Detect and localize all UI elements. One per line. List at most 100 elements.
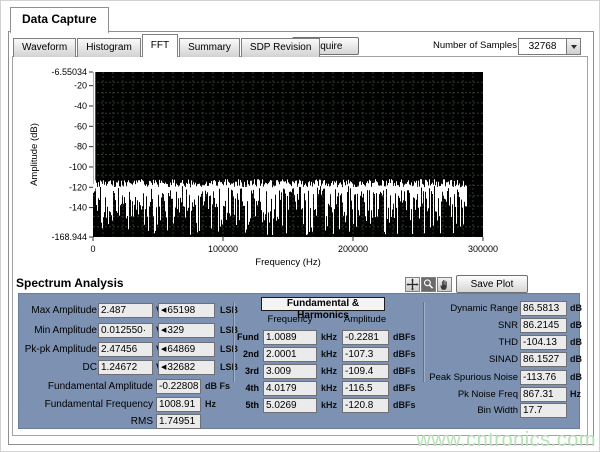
harmonics-frequency-header: Frequency (263, 314, 317, 325)
y-axis-label: Amplitude (dB) (29, 123, 40, 186)
amplitude-row-label: Pk-pk Amplitude (0, 342, 97, 357)
pan-tool-button[interactable] (437, 277, 452, 292)
amplitude-row-label: Max Amplitude (0, 303, 97, 318)
page-tab-data-capture[interactable]: Data Capture (10, 7, 109, 34)
y-tick-label: -40 (74, 101, 87, 111)
metrics-group: Dynamic Range86.5813dBSNR86.2145dBTHD-10… (429, 294, 589, 430)
x-tick-label: 200000 (338, 244, 368, 254)
harmonic-frequency-field: 3.009 (263, 364, 317, 379)
metric-value-field: -113.76 (520, 370, 567, 385)
metric-unit-label: dB (570, 318, 590, 333)
metric-unit-label: Hz (570, 387, 590, 402)
truncation-marker-icon: ◀ (161, 327, 166, 334)
fft-graph[interactable]: -6.55034-20-40-60-80-100-120-140-168.944… (13, 57, 585, 269)
harmonic-amplitude-field: -107.3 (342, 347, 389, 362)
metric-unit-label: dB (570, 352, 590, 367)
y-tick-label: -80 (74, 142, 87, 152)
y-tick-label: -6.55034 (51, 67, 87, 77)
harmonic-frequency-field: 4.0179 (263, 381, 317, 396)
fundamental-row-label: Fundamental Frequency (9, 397, 153, 412)
truncation-marker-icon: ◀ (161, 364, 166, 371)
khz-unit-label: kHz (321, 347, 341, 362)
khz-unit-label: kHz (321, 381, 341, 396)
fundamental-value-field: 1.74951 (156, 414, 201, 429)
spectrum-analysis-panel: Max Amplitude2.487V◀65198LSBMin Amplitud… (18, 293, 580, 429)
spectrum-analysis-title: Spectrum Analysis (16, 276, 124, 290)
y-tick-label: -120 (69, 182, 87, 192)
y-tick-label: -140 (69, 203, 87, 213)
tab-sdp-revision[interactable]: SDP Revision (241, 38, 321, 57)
harmonics-title: Fundamental & Harmonics (261, 297, 385, 311)
harmonic-order-label: 3rd (235, 364, 259, 379)
metric-value-field: 86.1527 (520, 352, 567, 367)
harmonic-order-label: Fund (235, 330, 259, 345)
harmonic-order-label: 2nd (235, 347, 259, 362)
fundamental-row-label: Fundamental Amplitude (9, 379, 153, 394)
zoom-tool-button[interactable] (421, 277, 436, 292)
number-of-samples-value: 32768 (519, 39, 566, 54)
number-of-samples-label: Number of Samples (433, 40, 517, 51)
magnifier-icon (422, 278, 435, 291)
metric-unit-label: dB (570, 335, 590, 350)
fundamental-row-label: RMS (9, 414, 153, 429)
tab-histogram[interactable]: Histogram (77, 38, 141, 57)
amplitude-lsb-field: ◀32682 (158, 360, 215, 375)
metric-unit-label: dB (570, 301, 590, 316)
harmonics-amplitude-header: Amplitude (340, 314, 390, 325)
harmonic-frequency-field: 5.0269 (263, 398, 317, 413)
amplitude-lsb-field: ◀64869 (158, 342, 215, 357)
tab-summary[interactable]: Summary (179, 38, 240, 57)
metric-label: Pk Noise Freq (404, 387, 518, 402)
metric-value-field: 86.5813 (520, 301, 567, 316)
harmonic-amplitude-field: -120.8 (342, 398, 389, 413)
samples-dropdown-button[interactable] (566, 39, 580, 54)
tab-strip: WaveformHistogramFFTSummarySDP Revision (13, 34, 321, 57)
y-tick-label: -168.944 (51, 232, 87, 242)
harmonic-amplitude-field: -109.4 (342, 364, 389, 379)
metric-label: SINAD (404, 352, 518, 367)
harmonic-frequency-field: 1.0089 (263, 330, 317, 345)
harmonic-amplitude-field: -0.2281 (342, 330, 389, 345)
tab-fft[interactable]: FFT (142, 34, 178, 57)
khz-unit-label: kHz (321, 330, 341, 345)
amplitude-volts-field: 2.487 (98, 303, 153, 318)
harmonic-amplitude-field: -116.5 (342, 381, 389, 396)
amplitude-lsb-field: ◀329 (158, 323, 215, 338)
amplitude-row-label: DC (0, 360, 97, 375)
x-tick-label: 0 (90, 244, 95, 254)
number-of-samples-combo[interactable]: 32768 (518, 38, 581, 55)
save-plot-button[interactable]: Save Plot (456, 275, 528, 293)
metric-label: Dynamic Range (404, 301, 518, 316)
metric-label: THD (404, 335, 518, 350)
harmonic-order-label: 4th (235, 381, 259, 396)
metric-label: SNR (404, 318, 518, 333)
fundamental-value-field: 1008.91 (156, 397, 201, 412)
metric-value-field: 86.2145 (520, 318, 567, 333)
metric-label: Bin Width (404, 403, 518, 418)
chevron-down-icon (571, 45, 577, 49)
metric-value-field: 17.7 (520, 403, 567, 418)
y-tick-label: -20 (74, 81, 87, 91)
metric-value-field: -104.13 (520, 335, 567, 350)
amplitude-lsb-field: ◀65198 (158, 303, 215, 318)
x-tick-label: 300000 (468, 244, 498, 254)
y-tick-label: -60 (74, 121, 87, 131)
metric-unit-label: dB (570, 370, 590, 385)
metric-value-field: 867.31 (520, 387, 567, 402)
fundamental-unit-label: Hz (205, 397, 235, 412)
x-axis-label: Frequency (Hz) (255, 257, 320, 268)
crosshair-icon (406, 278, 419, 291)
hand-icon (438, 278, 451, 291)
khz-unit-label: kHz (321, 364, 341, 379)
amplitude-volts-field: 1.24672 (98, 360, 153, 375)
amplitude-row-label: Min Amplitude (0, 323, 97, 338)
khz-unit-label: kHz (321, 398, 341, 413)
truncation-marker-icon: ◀ (161, 307, 166, 314)
cursor-tool-button[interactable] (405, 277, 420, 292)
metric-label: Peak Spurious Noise (404, 370, 518, 385)
amplitude-volts-field: 2.47456 (98, 342, 153, 357)
fundamental-value-field: -0.22808 (156, 379, 201, 394)
harmonic-order-label: 5th (235, 398, 259, 413)
tab-waveform[interactable]: Waveform (13, 38, 76, 57)
harmonic-frequency-field: 2.0001 (263, 347, 317, 362)
